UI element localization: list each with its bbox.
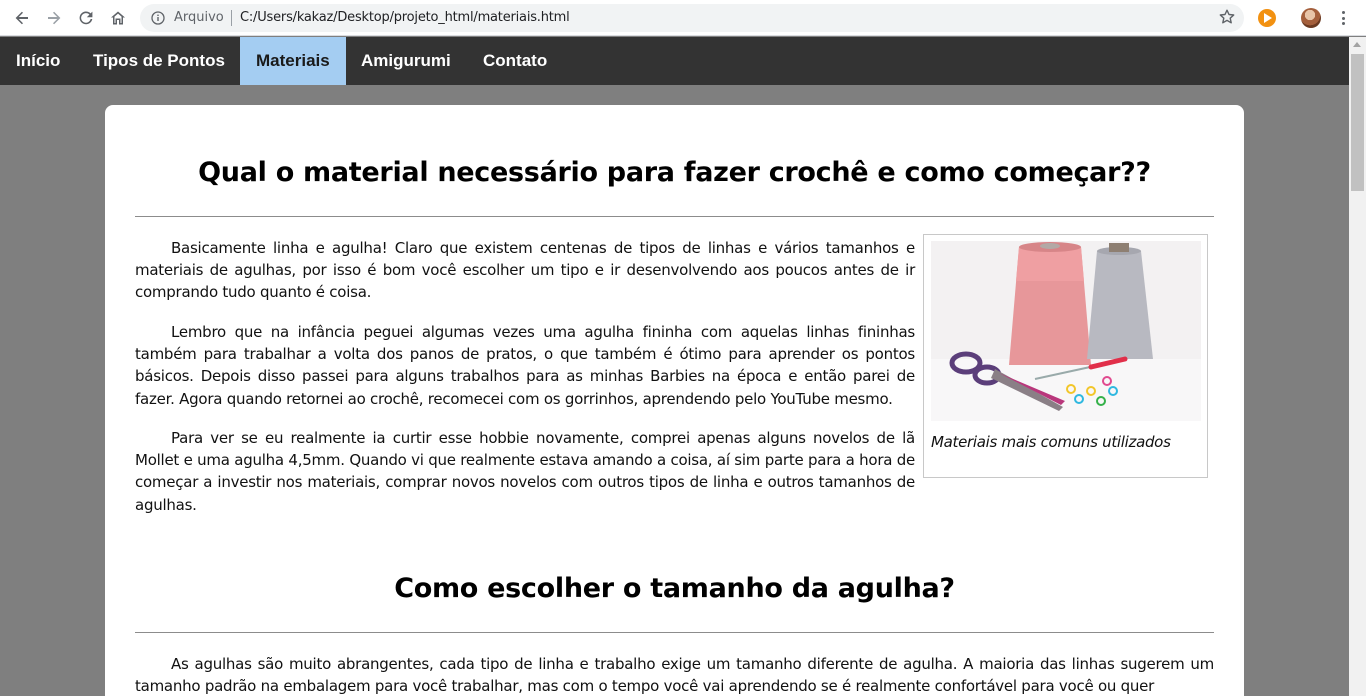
nav-link-materiais[interactable]: Materiais <box>240 37 346 85</box>
section2-divider <box>135 632 1214 633</box>
site-navbar: Início Tipos de Pontos Materiais Amiguru… <box>0 37 1349 85</box>
menu-icon[interactable] <box>1335 9 1351 27</box>
browser-toolbar: Arquivo C:/Users/kakaz/Desktop/projeto_h… <box>0 0 1366 36</box>
scroll-up-arrow[interactable] <box>1353 42 1361 47</box>
security-label: Arquivo <box>174 10 224 25</box>
nav-link-contato[interactable]: Contato <box>467 37 563 85</box>
content-card: Qual o material necessário para fazer cr… <box>105 105 1244 696</box>
section1-divider <box>135 216 1214 217</box>
address-bar[interactable]: Arquivo C:/Users/kakaz/Desktop/projeto_h… <box>140 4 1244 32</box>
home-icon[interactable] <box>106 6 130 30</box>
page-scrollbar[interactable] <box>1349 37 1366 696</box>
materials-figure: Materiais mais comuns utilizados <box>923 234 1208 478</box>
address-separator <box>231 10 232 26</box>
nav-link-tipos-de-pontos[interactable]: Tipos de Pontos <box>77 37 241 85</box>
section1-title: Qual o material necessário para fazer cr… <box>198 157 1151 188</box>
section2-paragraph-1: As agulhas são muito abrangentes, cada t… <box>135 655 1214 696</box>
section1-paragraph-3: Para ver se eu realmente ia curtir esse … <box>135 429 915 514</box>
back-icon[interactable] <box>10 6 34 30</box>
extension-icon[interactable] <box>1258 9 1276 27</box>
section1-paragraph-1: Basicamente linha e agulha! Claro que ex… <box>135 239 915 302</box>
reload-icon[interactable] <box>74 6 98 30</box>
section2-title: Como escolher o tamanho da agulha? <box>394 573 955 604</box>
nav-link-amigurumi[interactable]: Amigurumi <box>345 37 467 85</box>
figure-caption: Materiais mais comuns utilizados <box>931 433 1171 451</box>
materials-photo <box>931 241 1201 421</box>
forward-icon[interactable] <box>42 6 66 30</box>
profile-avatar[interactable] <box>1301 8 1321 28</box>
scroll-thumb[interactable] <box>1351 54 1364 191</box>
star-icon[interactable] <box>1218 8 1236 26</box>
nav-link-inicio[interactable]: Início <box>0 37 76 85</box>
section1-paragraph-2: Lembro que na infância peguei algumas ve… <box>135 323 915 408</box>
info-icon[interactable] <box>151 11 165 25</box>
url-text[interactable]: C:/Users/kakaz/Desktop/projeto_html/mate… <box>240 10 570 25</box>
